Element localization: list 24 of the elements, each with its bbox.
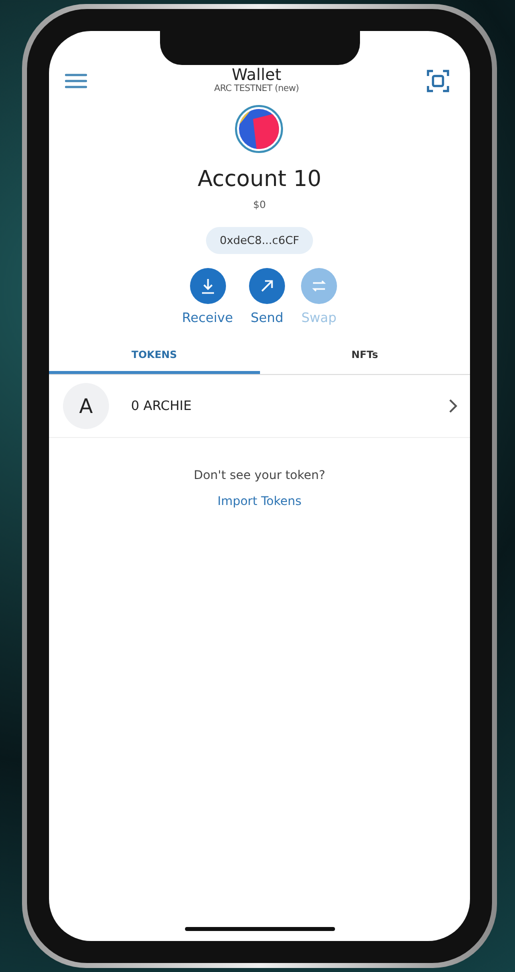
download-icon: [200, 278, 216, 294]
account-avatar[interactable]: [235, 105, 284, 153]
wallet-title: Wallet: [232, 64, 282, 84]
import-tokens-link[interactable]: Import Tokens: [217, 494, 302, 508]
account-name: Account 10: [198, 167, 322, 192]
import-prompt: Don't see your token?: [194, 468, 326, 482]
network-name[interactable]: ARC TESTNET (new): [214, 84, 299, 94]
receive-button[interactable]: [190, 268, 226, 304]
tab[interactable]: NFTs: [260, 336, 470, 374]
action-label: Receive: [182, 311, 233, 326]
swap-icon: [310, 278, 327, 294]
token-amount: 0 ARCHIE: [131, 398, 193, 414]
chevron-icon: [448, 398, 458, 414]
token-row[interactable]: A 0 ARCHIE: [49, 375, 470, 438]
address-pill[interactable]: 0xdeC8...c6CF: [206, 227, 314, 254]
account-balance: $0: [253, 200, 266, 211]
action-label: Send: [250, 311, 284, 326]
send-button[interactable]: [248, 268, 285, 304]
menu-icon[interactable]: [63, 71, 89, 91]
arrow-icon: [260, 279, 274, 293]
scan-icon[interactable]: [424, 67, 452, 95]
action-label: Swap: [301, 311, 336, 326]
tab[interactable]: TOKENS: [49, 336, 260, 374]
token-avatar: A: [63, 383, 109, 429]
